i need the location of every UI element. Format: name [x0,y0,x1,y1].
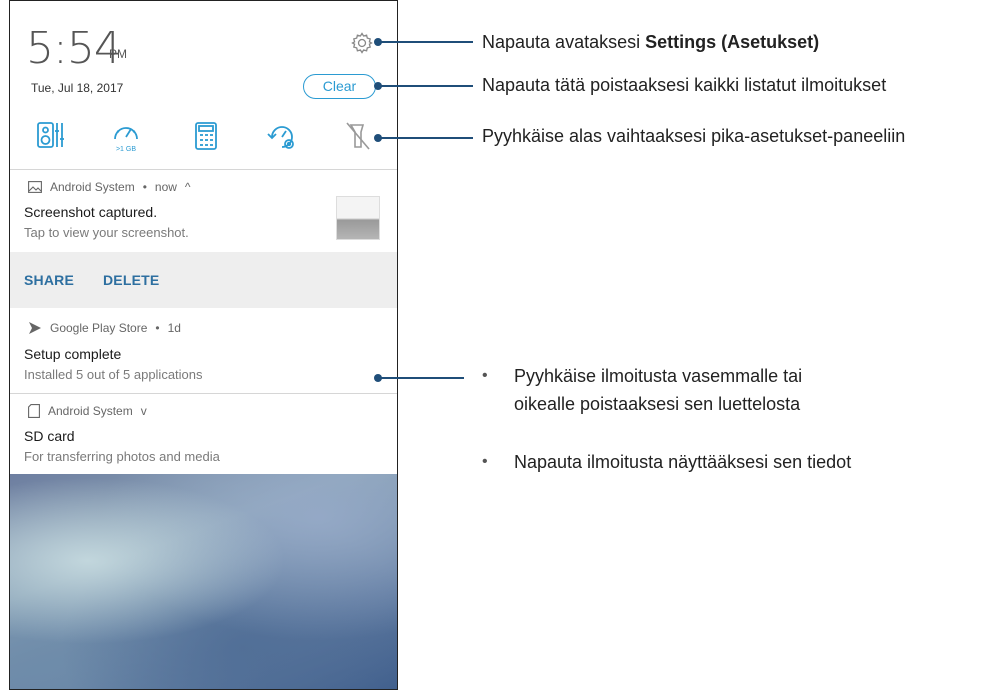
clock-ampm: PM [109,47,127,61]
bullet: • [482,367,488,384]
expand-caret[interactable]: v [141,404,147,418]
auto-rotate-settings-icon [267,126,294,149]
callout-line-quick [378,137,473,139]
notification-meta: Android System v [28,404,147,418]
separator-dot: • [142,180,147,194]
callout-settings: Napauta avataksesi Settings (Asetukset) [482,32,819,53]
quick-setting-rotate[interactable] [266,119,296,153]
play-store-icon [29,322,41,334]
memory-speed-icon: >1 GB [114,127,138,153]
callout-line-settings [378,41,473,43]
image-icon [28,181,42,193]
callout-quick-settings: Pyyhkäise alas vaihtaaksesi pika-asetuks… [482,126,906,146]
callout-settings-prefix: Napauta avataksesi [482,32,646,52]
divider [10,169,397,170]
boost-audio-icon [37,122,64,148]
quick-setting-flashlight[interactable] [343,119,373,153]
callout-swipe-line2: oikealle poistaaksesi sen luettelosta [514,394,801,414]
callout-swipe-line1: Pyyhkäise ilmoitusta vasemmalle tai [514,366,803,386]
flashlight-off-icon [346,122,370,150]
notification-body: Tap to view your screenshot. [24,225,189,240]
manual-page: 5:54 PM Tue, Jul 18, 2017 Clear >1 GB An… [0,0,1005,690]
gear-icon [351,32,373,54]
notification-meta: Google Play Store • 1d [28,321,181,335]
notification-meta: Android System • now ^ [28,180,191,194]
notification-body: For transferring photos and media [24,449,220,464]
notification-time: now [154,180,177,194]
notification-panel: 5:54 PM Tue, Jul 18, 2017 Clear >1 GB An… [9,0,398,690]
delete-button[interactable]: DELETE [103,272,159,288]
sd-card-icon [28,404,40,418]
callout-line-notification [378,377,464,379]
screenshot-thumbnail[interactable] [336,196,380,240]
divider [10,393,397,394]
quick-setting-calculator[interactable] [191,119,221,153]
notification-app: Android System [50,180,135,194]
memory-caption: >1 GB [116,146,136,153]
wallpaper [10,474,397,689]
notification-app: Google Play Store [50,321,148,335]
quick-setting-audio[interactable] [35,119,65,153]
notification-actions: SHARE DELETE [10,252,397,308]
panel-header: 5:54 PM Tue, Jul 18, 2017 Clear >1 GB [10,1,397,169]
notification-title: Screenshot captured. [24,204,158,220]
notification-body: Installed 5 out of 5 applications [24,367,203,382]
callout-line-clear [378,85,473,87]
quick-setting-boost[interactable]: >1 GB [111,119,141,153]
callout-settings-bold: Settings (Asetukset) [645,32,820,52]
clear-all-button[interactable]: Clear [303,74,376,99]
notification-time: 1d [167,321,181,335]
notification-app: Android System [48,404,133,418]
separator-dot: • [155,321,160,335]
bullet: • [482,453,488,470]
notification-title: Setup complete [24,346,122,362]
settings-button[interactable] [350,31,374,55]
clock-time: 5:54 [26,23,122,74]
callout-clear: Napauta tätä poistaaksesi kaikki listatu… [482,75,887,95]
callout-tap: Napauta ilmoitusta näyttääksesi sen tied… [514,452,852,472]
calculator-icon [195,122,217,150]
share-button[interactable]: SHARE [24,272,74,288]
collapse-caret[interactable]: ^ [185,180,191,194]
date-label: Tue, Jul 18, 2017 [31,81,124,95]
notification-title: SD card [24,428,75,444]
